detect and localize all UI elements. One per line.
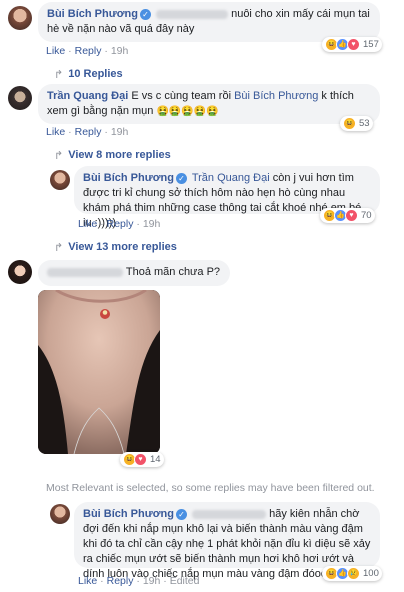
reply-link[interactable]: Reply	[107, 575, 134, 587]
photo-image	[38, 290, 160, 454]
comment-author[interactable]: Bùi Bích Phương	[83, 172, 174, 184]
avatar[interactable]	[50, 170, 70, 190]
reaction-summary[interactable]: 😆 👍 😢 100	[322, 566, 382, 581]
reaction-summary[interactable]: 😆 53	[340, 116, 373, 131]
love-reaction-icon: ♥	[345, 209, 358, 222]
reply-link[interactable]: Reply	[75, 126, 102, 138]
mention-tag[interactable]: Trần Quang Đại	[192, 172, 270, 184]
reaction-count: 70	[361, 210, 372, 221]
comment-bubble: Bùi Bích Phương ✓ Trần Quang Đại còn j vu…	[74, 166, 380, 229]
reaction-count: 14	[150, 454, 161, 465]
love-reaction-icon: ♥	[134, 453, 147, 466]
reaction-count: 157	[363, 39, 379, 50]
comment-text: Thoả mãn chưa P?	[125, 266, 221, 278]
emoji-text: 🤮🤮🤮🤮🤮	[156, 106, 219, 117]
haha-reaction-icon: 😆	[343, 117, 356, 130]
reply-link[interactable]: Reply	[107, 218, 134, 230]
comment-author[interactable]: Bùi Bích Phương	[47, 8, 138, 20]
reaction-summary[interactable]: 😆 👍 ♥ 157	[322, 37, 382, 52]
timestamp[interactable]: 19h	[111, 126, 129, 138]
mention-tag[interactable]	[192, 509, 267, 519]
comment-author[interactable]: Trần Quang Đại	[47, 90, 128, 102]
view-replies-label: 10 Replies	[68, 68, 123, 80]
mention-tag[interactable]	[156, 9, 229, 19]
like-link[interactable]: Like	[46, 126, 65, 138]
comment-actions: Like · Reply · 19h · Edited	[78, 575, 200, 587]
comment-text: E vs c cùng team rồi	[131, 90, 235, 102]
avatar[interactable]	[8, 6, 32, 30]
comment-photo[interactable]	[38, 290, 160, 454]
comment-author[interactable]: Bùi Bích Phương	[83, 508, 174, 520]
reaction-summary[interactable]: 😆 👍 ♥ 70	[320, 208, 375, 223]
love-reaction-icon: ♥	[347, 38, 360, 51]
like-link[interactable]: Like	[78, 218, 97, 230]
comment-actions: Like · Reply · 19h	[78, 218, 161, 230]
mention-tag[interactable]: Bùi Bích Phương	[234, 90, 318, 102]
edited-label[interactable]: Edited	[170, 575, 200, 587]
reply-arrow-icon: ↳	[54, 240, 64, 252]
sad-reaction-icon: 😢	[347, 567, 360, 580]
comment-bubble: Thoả mãn chưa P?	[38, 260, 230, 286]
view-more-replies-link[interactable]: ↳ View 8 more replies	[54, 148, 171, 161]
view-more-replies-label: View 8 more replies	[68, 149, 171, 161]
comment-actions: Like · Reply · 19h	[46, 126, 129, 138]
avatar[interactable]	[8, 260, 32, 284]
verified-badge-icon: ✓	[175, 172, 187, 184]
view-more-replies-link[interactable]: ↳ View 13 more replies	[54, 240, 177, 253]
reply-link[interactable]: Reply	[75, 45, 102, 57]
comment-author[interactable]	[47, 267, 123, 277]
timestamp[interactable]: 19h	[111, 45, 129, 57]
view-more-replies-label: View 13 more replies	[68, 241, 177, 253]
avatar[interactable]	[8, 86, 32, 110]
reaction-summary[interactable]: 😆 ♥ 14	[120, 452, 164, 467]
view-replies-link[interactable]: ↳ 10 Replies	[54, 67, 123, 80]
reaction-count: 53	[359, 118, 370, 129]
like-link[interactable]: Like	[78, 575, 97, 587]
timestamp[interactable]: 19h	[143, 575, 161, 587]
comment-bubble: Bùi Bích Phương ✓ hãy kiên nhẫn chờ đợi đ…	[74, 502, 380, 580]
filter-notice: Most Relevant is selected, so some repli…	[46, 482, 375, 494]
verified-badge-icon: ✓	[175, 508, 187, 520]
verified-badge-icon: ✓	[139, 8, 151, 20]
reaction-count: 100	[363, 568, 379, 579]
comment-actions: Like · Reply · 19h	[46, 45, 129, 57]
timestamp[interactable]: 19h	[143, 218, 161, 230]
comment-bubble: Bùi Bích Phương ✓ nuôi cho xin mấy cái mụ…	[38, 2, 380, 42]
like-link[interactable]: Like	[46, 45, 65, 57]
reply-arrow-icon: ↳	[54, 67, 64, 79]
reply-arrow-icon: ↳	[54, 148, 64, 160]
avatar[interactable]	[50, 504, 70, 524]
comment-bubble: Trần Quang Đại E vs c cùng team rồi Bùi …	[38, 84, 380, 124]
